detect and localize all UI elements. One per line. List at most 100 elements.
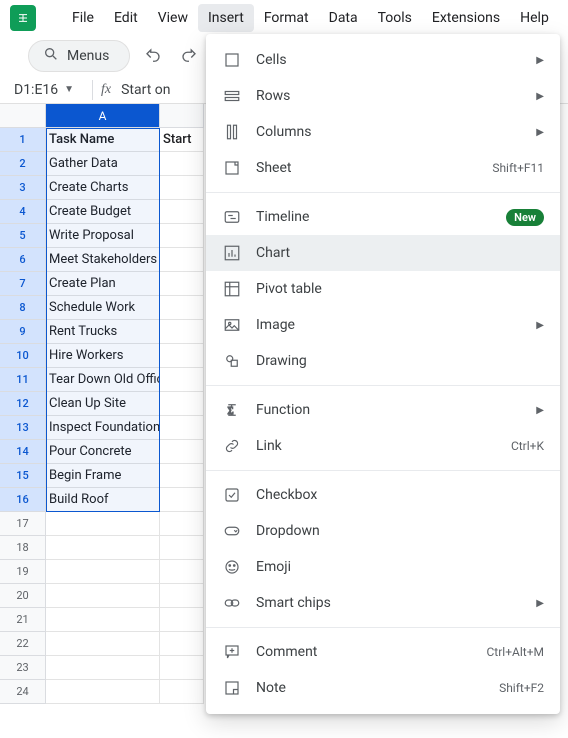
undo-button[interactable] — [140, 43, 166, 69]
menu-item-pivot-table[interactable]: Pivot table — [206, 271, 560, 307]
menu-insert[interactable]: Insert — [198, 4, 254, 32]
row-header[interactable]: 14 — [0, 440, 46, 464]
cell-a10[interactable]: Hire Workers — [46, 344, 160, 368]
menu-item-smart-chips[interactable]: Smart chips▶ — [206, 585, 560, 621]
menu-extensions[interactable]: Extensions — [422, 4, 510, 32]
cell-a8[interactable]: Schedule Work — [46, 296, 160, 320]
column-header-b[interactable] — [160, 104, 204, 128]
cell-b7[interactable] — [160, 272, 204, 296]
cell-a7[interactable]: Create Plan — [46, 272, 160, 296]
row-header[interactable]: 12 — [0, 392, 46, 416]
menu-item-checkbox[interactable]: Checkbox — [206, 477, 560, 513]
cell-b22[interactable] — [160, 632, 204, 656]
row-header[interactable]: 18 — [0, 536, 46, 560]
menu-item-drawing[interactable]: Drawing — [206, 343, 560, 379]
menu-item-columns[interactable]: Columns▶ — [206, 114, 560, 150]
row-header[interactable]: 21 — [0, 608, 46, 632]
menu-item-rows[interactable]: Rows▶ — [206, 78, 560, 114]
cell-a21[interactable] — [46, 608, 160, 632]
cell-a24[interactable] — [46, 680, 160, 704]
cell-b9[interactable] — [160, 320, 204, 344]
menu-item-timeline[interactable]: TimelineNew — [206, 199, 560, 235]
row-header[interactable]: 17 — [0, 512, 46, 536]
row-header[interactable]: 15 — [0, 464, 46, 488]
row-header[interactable]: 19 — [0, 560, 46, 584]
cell-b6[interactable] — [160, 248, 204, 272]
cell-a11[interactable]: Tear Down Old Office — [46, 368, 160, 392]
cell-a1[interactable]: Task Name — [46, 128, 160, 152]
menu-file[interactable]: File — [62, 4, 104, 32]
column-header-a[interactable]: A — [46, 104, 160, 128]
menu-item-emoji[interactable]: Emoji — [206, 549, 560, 585]
menu-item-comment[interactable]: CommentCtrl+Alt+M — [206, 634, 560, 670]
menu-help[interactable]: Help — [510, 4, 559, 32]
menu-format[interactable]: Format — [254, 4, 319, 32]
cell-a23[interactable] — [46, 656, 160, 680]
cell-b19[interactable] — [160, 560, 204, 584]
row-header[interactable]: 16 — [0, 488, 46, 512]
menu-tools[interactable]: Tools — [368, 4, 422, 32]
cell-b18[interactable] — [160, 536, 204, 560]
row-header[interactable]: 11 — [0, 368, 46, 392]
cell-b24[interactable] — [160, 680, 204, 704]
cell-a20[interactable] — [46, 584, 160, 608]
menu-item-link[interactable]: LinkCtrl+K — [206, 428, 560, 464]
cell-a9[interactable]: Rent Trucks — [46, 320, 160, 344]
row-header[interactable]: 8 — [0, 296, 46, 320]
cell-a15[interactable]: Begin Frame — [46, 464, 160, 488]
cell-a12[interactable]: Clean Up Site — [46, 392, 160, 416]
row-header[interactable]: 4 — [0, 200, 46, 224]
row-header[interactable]: 23 — [0, 656, 46, 680]
cell-b17[interactable] — [160, 512, 204, 536]
cell-a22[interactable] — [46, 632, 160, 656]
formula-value[interactable]: Start on — [121, 82, 170, 98]
cell-a6[interactable]: Meet Stakeholders — [46, 248, 160, 272]
cell-b15[interactable] — [160, 464, 204, 488]
redo-button[interactable] — [176, 43, 202, 69]
cell-b13[interactable] — [160, 416, 204, 440]
row-header[interactable]: 6 — [0, 248, 46, 272]
row-header[interactable]: 24 — [0, 680, 46, 704]
cell-b3[interactable] — [160, 176, 204, 200]
menu-item-chart[interactable]: Chart — [206, 235, 560, 271]
cell-a13[interactable]: Inspect Foundation — [46, 416, 160, 440]
row-header[interactable]: 3 — [0, 176, 46, 200]
cell-b21[interactable] — [160, 608, 204, 632]
menu-edit[interactable]: Edit — [104, 4, 148, 32]
menu-item-image[interactable]: Image▶ — [206, 307, 560, 343]
cell-b5[interactable] — [160, 224, 204, 248]
select-all-corner[interactable] — [0, 104, 46, 128]
menu-search[interactable]: Menus — [28, 40, 130, 72]
cell-b14[interactable] — [160, 440, 204, 464]
row-header[interactable]: 7 — [0, 272, 46, 296]
cell-a5[interactable]: Write Proposal — [46, 224, 160, 248]
menu-view[interactable]: View — [148, 4, 198, 32]
cell-a14[interactable]: Pour Concrete — [46, 440, 160, 464]
cell-a4[interactable]: Create Budget — [46, 200, 160, 224]
cell-b16[interactable] — [160, 488, 204, 512]
cell-b11[interactable] — [160, 368, 204, 392]
row-header[interactable]: 20 — [0, 584, 46, 608]
cell-b2[interactable] — [160, 152, 204, 176]
cell-a17[interactable] — [46, 512, 160, 536]
menu-item-dropdown[interactable]: Dropdown — [206, 513, 560, 549]
sheets-logo-icon[interactable] — [10, 5, 36, 31]
row-header[interactable]: 1 — [0, 128, 46, 152]
name-box[interactable]: D1:E16 ▼ — [14, 82, 84, 98]
cell-b4[interactable] — [160, 200, 204, 224]
row-header[interactable]: 5 — [0, 224, 46, 248]
cell-a19[interactable] — [46, 560, 160, 584]
row-header[interactable]: 10 — [0, 344, 46, 368]
cell-b8[interactable] — [160, 296, 204, 320]
cell-b23[interactable] — [160, 656, 204, 680]
row-header[interactable]: 2 — [0, 152, 46, 176]
cell-b10[interactable] — [160, 344, 204, 368]
menu-item-cells[interactable]: Cells▶ — [206, 42, 560, 78]
menu-item-function[interactable]: ΣFunction▶ — [206, 392, 560, 428]
cell-b20[interactable] — [160, 584, 204, 608]
row-header[interactable]: 22 — [0, 632, 46, 656]
row-header[interactable]: 13 — [0, 416, 46, 440]
cell-a18[interactable] — [46, 536, 160, 560]
cell-b1[interactable]: Start — [160, 128, 204, 152]
row-header[interactable]: 9 — [0, 320, 46, 344]
